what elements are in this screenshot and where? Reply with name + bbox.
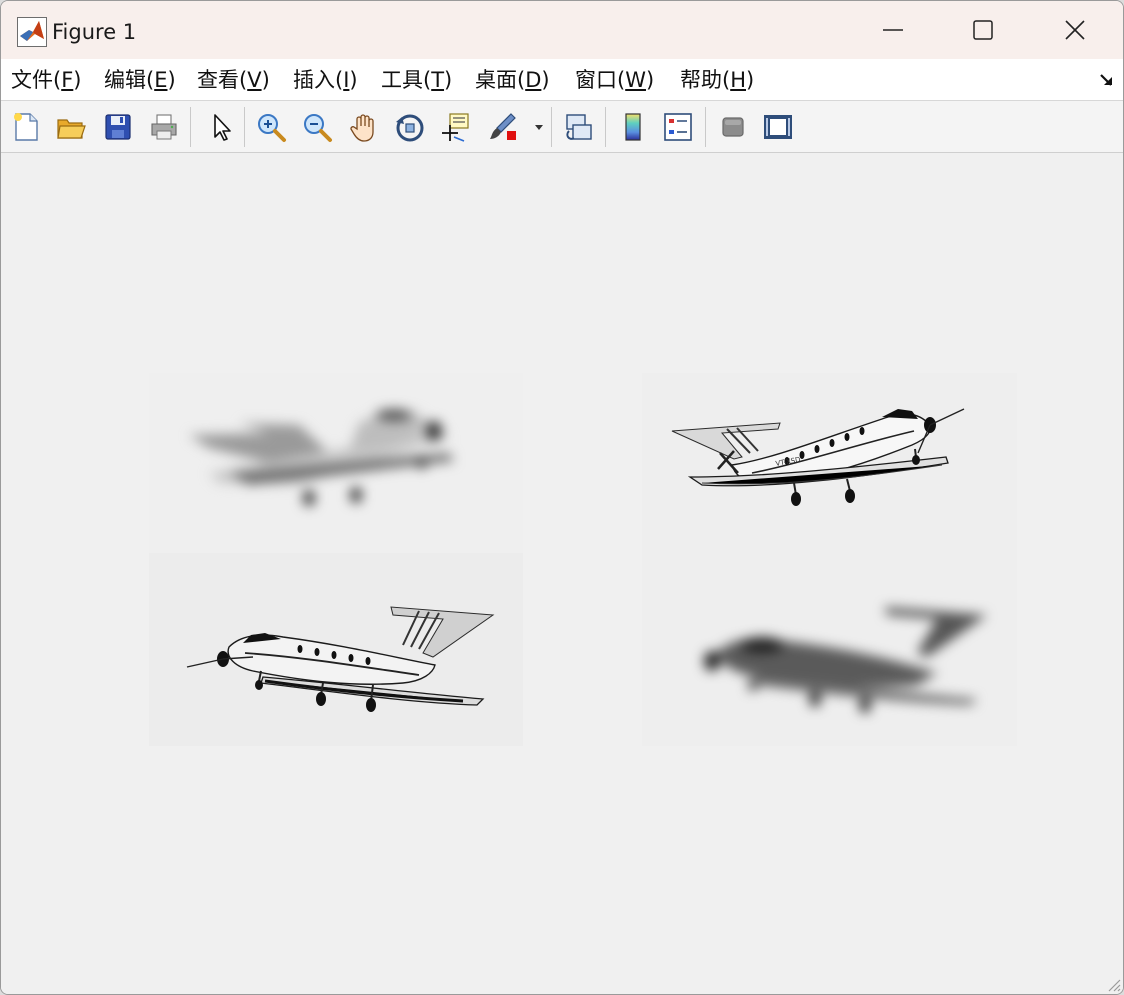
data-cursor-button[interactable]: [438, 109, 474, 145]
colorbar-button[interactable]: [615, 109, 651, 145]
matlab-logo-icon: [17, 17, 47, 47]
subplot-top-left-image[interactable]: [149, 373, 523, 553]
select-button[interactable]: [202, 109, 238, 145]
title-bar[interactable]: Figure 1: [1, 1, 1123, 59]
new-figure-button[interactable]: [8, 109, 44, 145]
subplot-bottom-right-image[interactable]: [642, 553, 1017, 746]
data-cursor-icon: [442, 113, 469, 142]
save-button[interactable]: [100, 109, 136, 145]
zoom-in-button[interactable]: [253, 109, 289, 145]
figure-window: Figure 1 文件(F) 编辑(E) 查看(V) 插入(I) 工具(T) 桌…: [0, 0, 1124, 995]
select-arrow-icon: [214, 114, 231, 141]
maximize-button[interactable]: [937, 1, 1029, 59]
pan-button[interactable]: [346, 109, 382, 145]
zoom-out-icon: [304, 114, 332, 142]
brush-button[interactable]: [485, 109, 521, 145]
sharp-airplane-image: VT-XSD: [671, 408, 965, 506]
menu-bar: 文件(F) 编辑(E) 查看(V) 插入(I) 工具(T) 桌面(D) 窗口(W…: [1, 59, 1123, 101]
colorbar-icon: [625, 113, 641, 141]
minimize-icon: [883, 29, 903, 31]
subplot-bottom-left-image[interactable]: [149, 553, 523, 746]
close-button[interactable]: [1029, 1, 1121, 59]
open-file-icon: [57, 119, 86, 139]
chevron-down-icon: [535, 125, 543, 130]
menu-view[interactable]: 查看(V): [197, 67, 270, 93]
resize-grip-icon[interactable]: [1105, 976, 1121, 992]
zoom-out-button[interactable]: [299, 109, 335, 145]
zoom-in-icon: [258, 114, 286, 142]
print-button[interactable]: [146, 109, 182, 145]
legend-button[interactable]: [660, 109, 696, 145]
toolbar-separator: [605, 107, 606, 147]
new-figure-icon: [14, 113, 38, 141]
figure-canvas[interactable]: VT-XSD: [1, 153, 1123, 994]
show-plot-tools-button[interactable]: [760, 109, 796, 145]
show-plot-tools-icon: [764, 115, 792, 139]
hide-plot-tools-icon: [722, 117, 744, 137]
figure-toolbar: [1, 101, 1123, 153]
menu-insert[interactable]: 插入(I): [293, 67, 358, 93]
minimize-button[interactable]: [847, 1, 939, 59]
link-plot-icon: [566, 114, 592, 140]
menu-desktop[interactable]: 桌面(D): [475, 67, 550, 93]
menu-help[interactable]: 帮助(H): [680, 67, 754, 93]
blurred-airplane-image-mirrored: [704, 607, 987, 713]
legend-icon: [664, 113, 692, 141]
sharp-airplane-image-mirrored: [186, 606, 495, 712]
toolbar-separator: [244, 107, 245, 147]
dock-arrow-icon[interactable]: [1098, 71, 1116, 89]
menu-window[interactable]: 窗口(W): [575, 67, 654, 93]
menu-edit[interactable]: 编辑(E): [104, 67, 176, 93]
blurred-airplane-image: [189, 409, 454, 506]
brush-dropdown-button[interactable]: [529, 109, 549, 145]
pan-hand-icon: [350, 114, 374, 142]
link-plot-button[interactable]: [561, 109, 597, 145]
toolbar-separator: [551, 107, 552, 147]
rotate-3d-button[interactable]: [392, 109, 428, 145]
print-icon: [151, 114, 177, 140]
menu-tools[interactable]: 工具(T): [381, 67, 452, 93]
window-title: Figure 1: [52, 20, 137, 44]
subplot-top-right-image[interactable]: VT-XSD: [642, 373, 1017, 553]
save-icon: [105, 114, 131, 140]
brush-icon: [490, 113, 516, 140]
maximize-icon: [973, 20, 993, 40]
hide-plot-tools-button[interactable]: [715, 109, 751, 145]
menu-file[interactable]: 文件(F): [11, 67, 82, 93]
rotate-3d-icon: [396, 114, 424, 142]
toolbar-separator: [190, 107, 191, 147]
open-file-button[interactable]: [53, 109, 89, 145]
toolbar-separator: [705, 107, 706, 147]
close-icon: [1065, 20, 1085, 40]
